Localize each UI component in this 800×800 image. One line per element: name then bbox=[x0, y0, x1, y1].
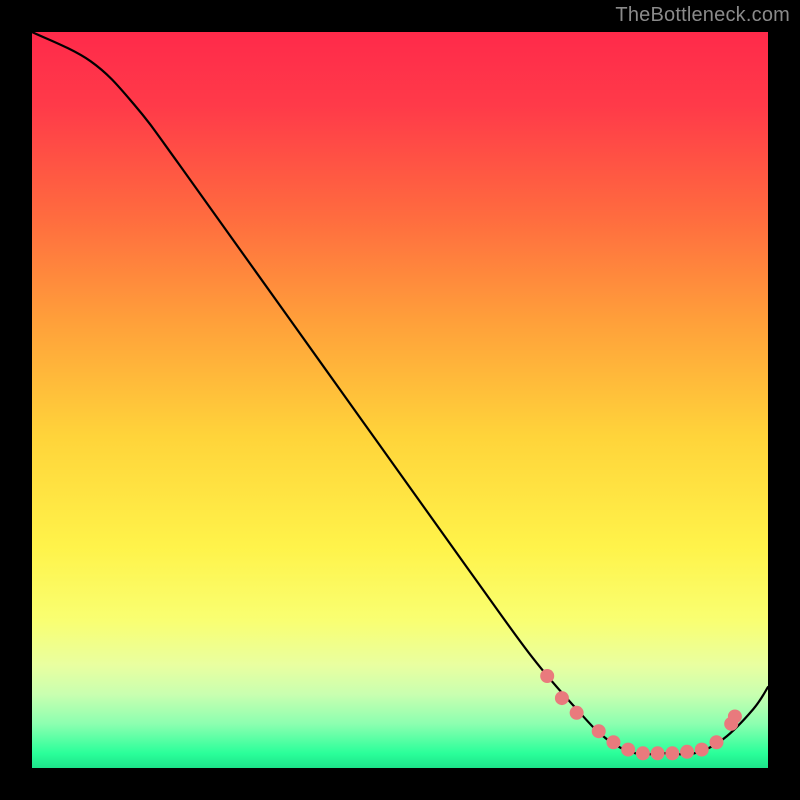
watermark-text: TheBottleneck.com bbox=[615, 4, 790, 27]
curve-dot bbox=[606, 735, 620, 749]
curve-dot bbox=[570, 706, 584, 720]
curve-dot bbox=[665, 746, 679, 760]
curve-dot bbox=[621, 743, 635, 757]
chart-stage: TheBottleneck.com bbox=[0, 0, 800, 800]
curve-dot bbox=[651, 746, 665, 760]
curve-dot bbox=[709, 735, 723, 749]
curve-dot bbox=[636, 746, 650, 760]
curve-dot bbox=[680, 745, 694, 759]
curve-dot bbox=[695, 743, 709, 757]
chart-svg bbox=[32, 32, 768, 768]
curve-dot bbox=[592, 724, 606, 738]
curve-dot bbox=[540, 669, 554, 683]
curve-dot bbox=[728, 709, 742, 723]
curve-dot bbox=[555, 691, 569, 705]
chart-plot-area bbox=[32, 32, 768, 768]
gradient-background bbox=[32, 32, 768, 768]
